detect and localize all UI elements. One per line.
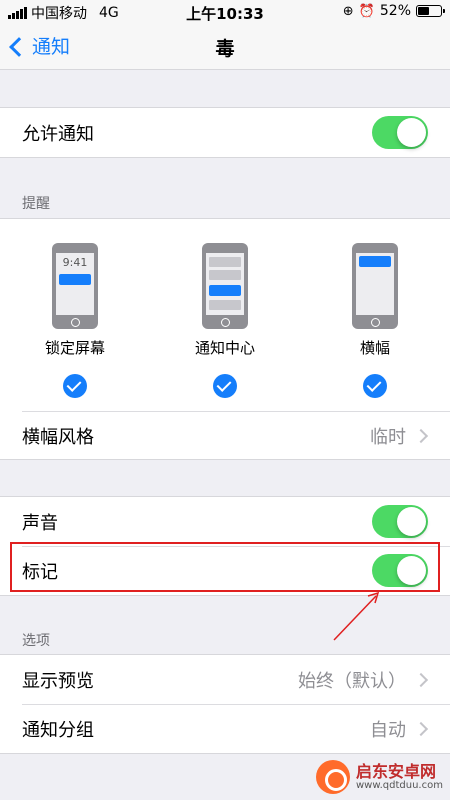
show-previews-row[interactable]: 显示预览 始终（默认） [0,655,450,704]
options-section-header: 选项 [22,633,50,649]
battery-icon [416,5,445,17]
alerts-group: 9:41 锁定屏幕 通知中心 横幅 横幅风格 临时 [0,218,450,460]
allow-notifications-row: 允许通知 [0,108,450,157]
lock-screen-preview-time: 9:41 [62,256,88,269]
options-group: 显示预览 始终（默认） 通知分组 自动 [0,654,450,754]
alert-option-label: 锁定屏幕 [44,339,105,357]
battery-fill [418,7,430,15]
checkmark-icon[interactable] [63,374,87,398]
status-right: ⊕ ⏰ 52% [342,3,445,19]
sounds-toggle[interactable] [372,505,428,538]
allow-notifications-group: 允许通知 [0,107,450,158]
alert-option-lock-screen[interactable]: 9:41 锁定屏幕 [15,243,135,398]
notification-grouping-row[interactable]: 通知分组 自动 [0,704,450,753]
chevron-right-icon [413,672,429,687]
banner-style-row[interactable]: 横幅风格 临时 [0,411,450,461]
watermark-name: 启东安卓网 [356,761,437,781]
battery-percent: 52% [379,3,411,19]
notification-grouping-value: 自动 [370,719,406,741]
watermark-logo-icon [316,760,350,794]
alert-option-notification-center[interactable]: 通知中心 [165,243,285,398]
show-previews-value: 始终（默认） [298,670,406,692]
sounds-row: 声音 [0,497,450,546]
annotation-arrow [333,591,380,641]
watermark-url: www.qdtduu.com [356,780,443,792]
toggle-knob [397,556,426,585]
banner-style-value: 临时 [370,427,406,448]
sounds-badges-group: 声音 标记 [0,496,450,596]
badges-row: 标记 [0,546,450,595]
alert-option-banners[interactable]: 横幅 [315,243,435,398]
lock-screen-phone-icon: 9:41 [52,243,98,329]
checkmark-icon[interactable] [213,374,237,398]
watermark: 启东安卓网 www.qdtduu.com [316,760,443,794]
page-title: 毒 [215,38,235,60]
chevron-right-icon [413,428,429,444]
alert-option-label: 通知中心 [194,339,255,357]
status-bar: 中国移动 4G 上午10:33 ⊕ ⏰ 52% [0,0,450,24]
alert-option-label: 横幅 [359,339,390,357]
chevron-right-icon [413,721,429,736]
alarm-icon: ⏰ [358,3,375,19]
notification-center-phone-icon [202,243,248,329]
checkmark-icon[interactable] [363,374,387,398]
notification-grouping-label: 通知分组 [22,719,94,741]
toggle-knob [397,118,426,147]
alerts-section-header: 提醒 [22,196,50,212]
allow-notifications-toggle[interactable] [372,116,428,149]
banners-phone-icon [352,243,398,329]
badges-toggle[interactable] [372,554,428,587]
rotation-lock-icon: ⊕ [342,3,354,19]
banner-style-label: 横幅风格 [22,427,94,448]
show-previews-label: 显示预览 [22,670,94,692]
navigation-bar: 通知 毒 [0,24,450,70]
toggle-knob [397,507,426,536]
